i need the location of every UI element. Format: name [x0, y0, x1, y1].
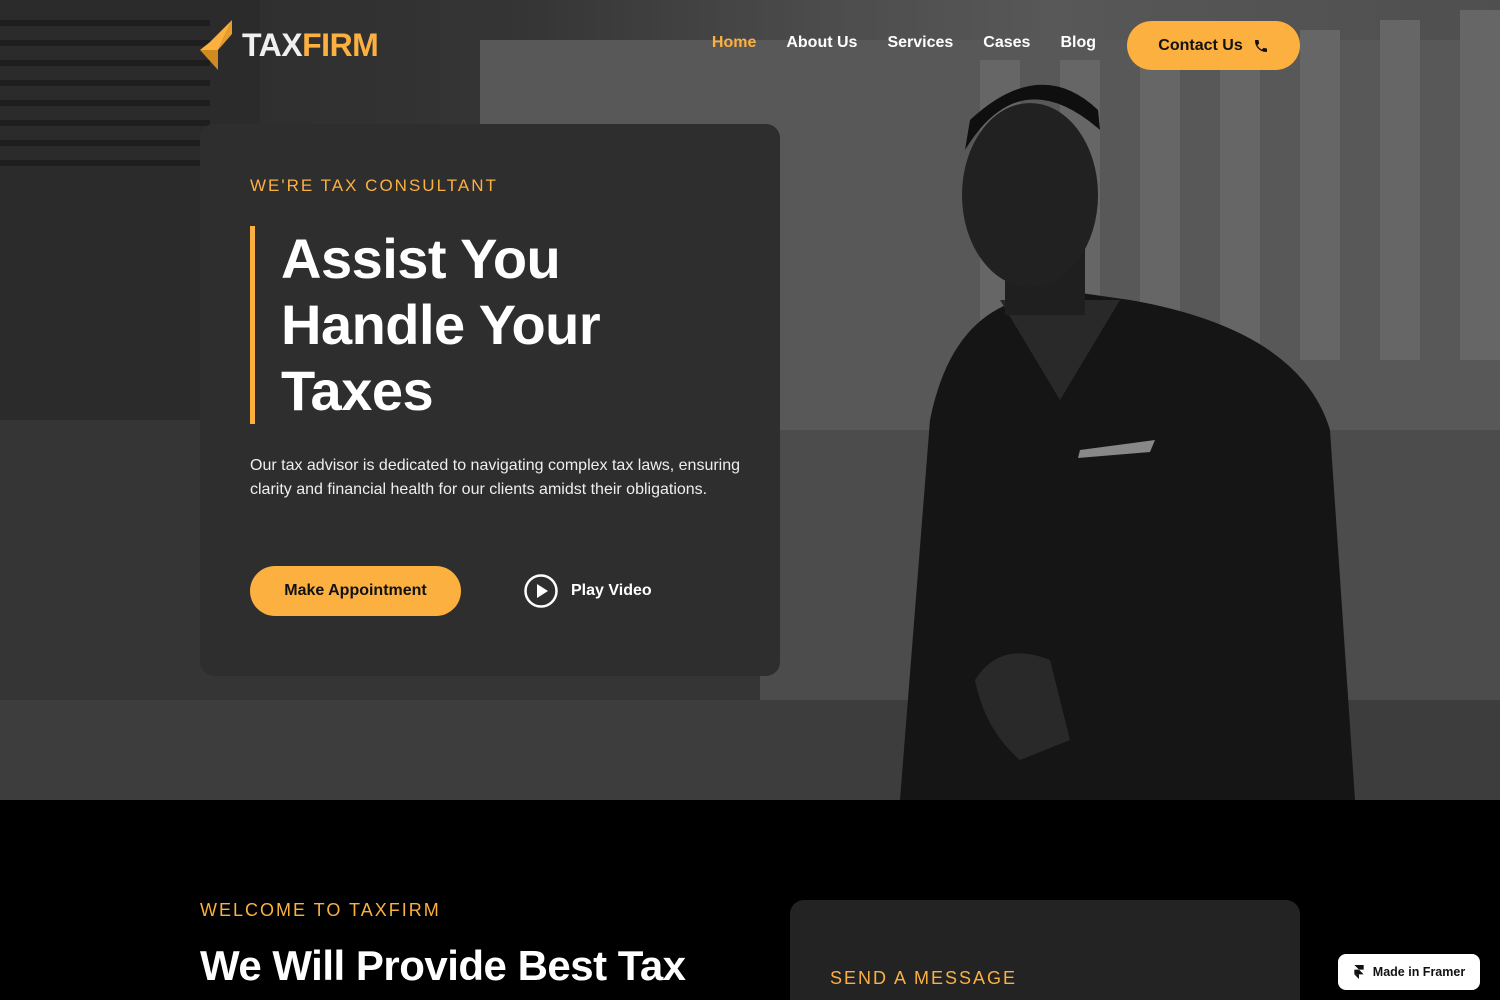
- hero-title: Assist You Handle Your Taxes: [281, 227, 601, 422]
- brand-logo[interactable]: TAXFIRM: [200, 20, 379, 70]
- welcome-heading: We Will Provide Best Tax Services For Yo…: [200, 942, 686, 1000]
- nav-item-about-us[interactable]: About Us: [786, 34, 857, 52]
- nav-item-blog[interactable]: Blog: [1060, 34, 1096, 52]
- phone-icon: [1254, 39, 1267, 52]
- contact-us-button[interactable]: Contact Us: [1127, 21, 1300, 70]
- brand-name-part2: FIRM: [302, 26, 379, 63]
- nav-item-home[interactable]: Home: [712, 34, 756, 52]
- send-message-title: SEND A MESSAGE: [830, 968, 1018, 988]
- play-circle-icon: [524, 574, 558, 608]
- contact-us-label: Contact Us: [1158, 36, 1243, 54]
- play-video-button[interactable]: Play Video: [523, 573, 652, 609]
- made-in-framer-label: Made in Framer: [1372, 965, 1466, 979]
- welcome-eyebrow: WELCOME TO TAXFIRM: [200, 900, 441, 920]
- hero-card: WE'RE TAX CONSULTANT Assist You Handle Y…: [200, 124, 780, 676]
- hero-description: Our tax advisor is dedicated to navigati…: [250, 457, 741, 498]
- send-message-card: SEND A MESSAGE: [790, 900, 1300, 1000]
- brand-name-part1: TAX: [242, 26, 303, 63]
- folded-arrow-icon: [200, 20, 232, 70]
- make-appointment-button[interactable]: Make Appointment: [250, 566, 461, 616]
- hero-eyebrow: WE'RE TAX CONSULTANT: [250, 176, 498, 195]
- brand-name: TAXFIRM: [242, 26, 379, 64]
- main-nav: Home About Us Services Cases Blog: [712, 34, 1096, 52]
- nav-item-cases[interactable]: Cases: [983, 34, 1030, 52]
- made-in-framer-badge[interactable]: Made in Framer: [1338, 954, 1480, 990]
- play-video-label: Play Video: [571, 582, 652, 599]
- framer-icon: [1354, 965, 1364, 979]
- hero-title-block: Assist You Handle Your Taxes: [250, 226, 661, 424]
- nav-item-services[interactable]: Services: [887, 34, 953, 52]
